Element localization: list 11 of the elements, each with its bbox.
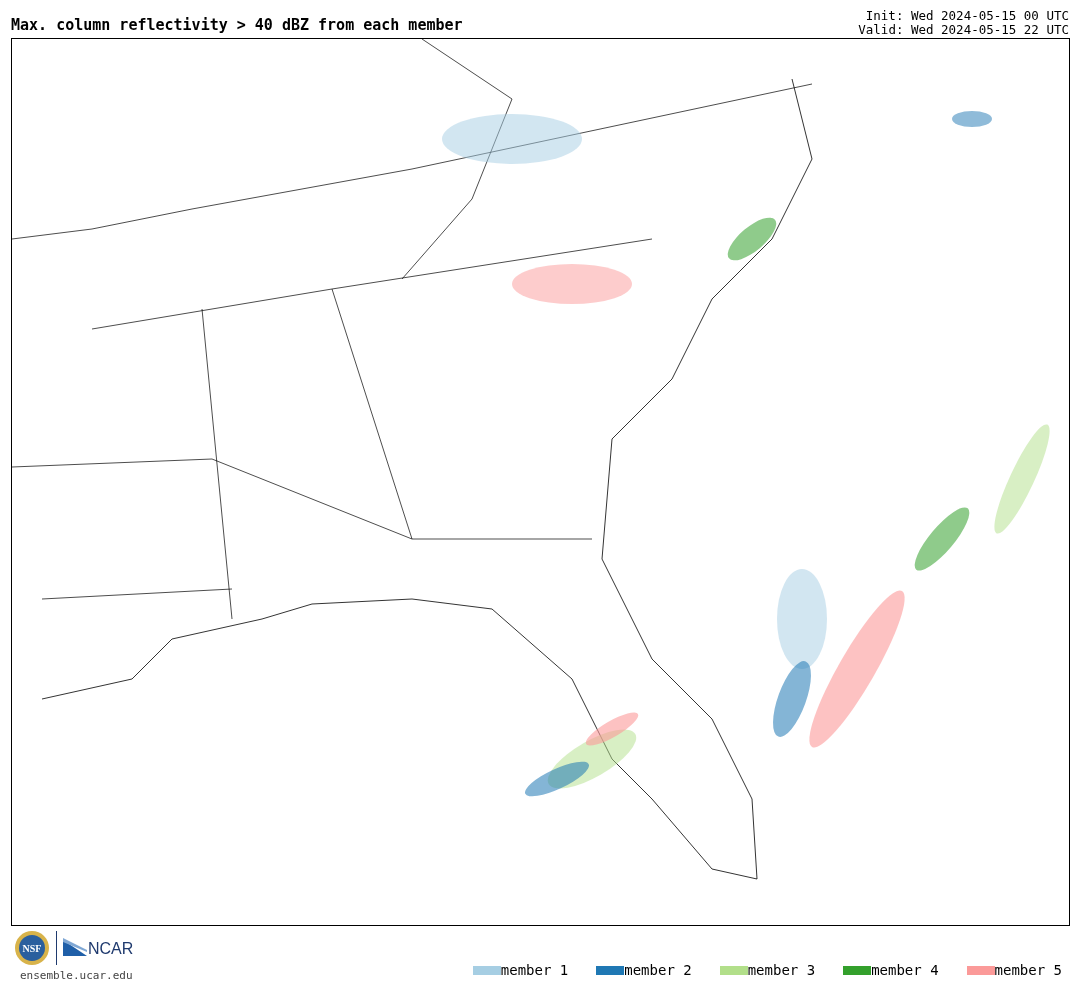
- nsf-logo: NSF: [14, 930, 50, 966]
- map-title: Max. column reflectivity > 40 dBZ from each member: [11, 16, 463, 34]
- legend-label: member 5: [994, 961, 1062, 980]
- init-time: Init: Wed 2024-05-15 00 UTC: [865, 9, 1069, 23]
- valid-time: Valid: Wed 2024-05-15 22 UTC: [858, 23, 1069, 37]
- legend-label: member 2: [624, 961, 692, 980]
- site-url: ensemble.ucar.edu: [20, 968, 133, 984]
- legend-label: member 3: [747, 961, 816, 980]
- legend-label: member 4: [871, 961, 939, 980]
- ncar-logo: NCAR: [63, 938, 134, 958]
- legend-label: member 1: [500, 961, 569, 980]
